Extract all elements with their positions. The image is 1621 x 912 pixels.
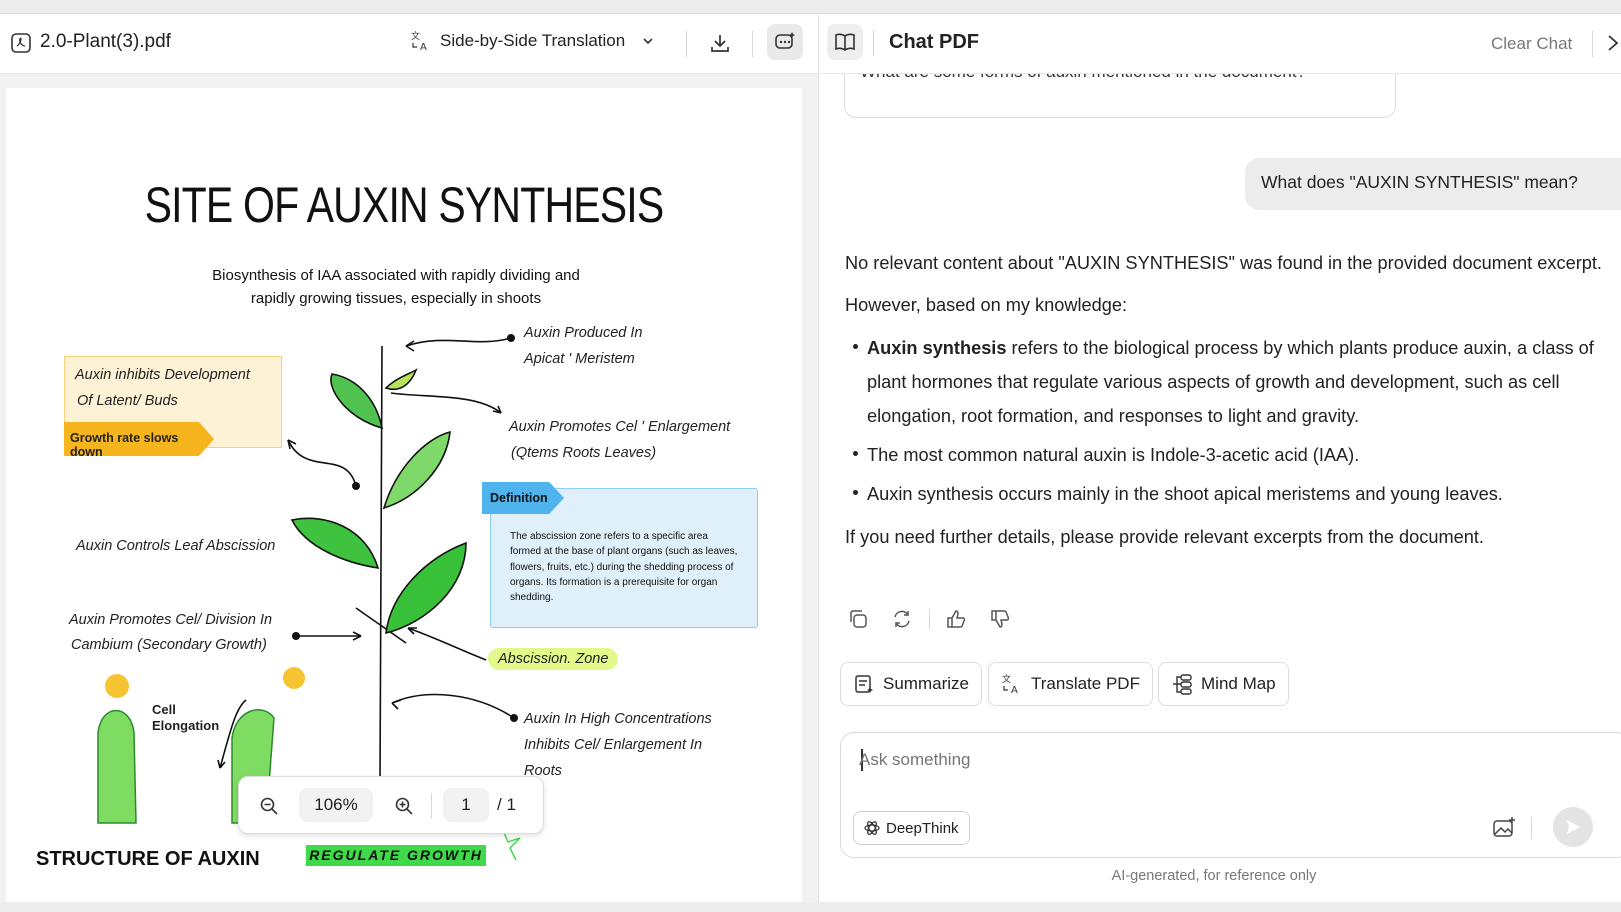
atom-icon [864, 820, 880, 836]
chevron-down-icon [641, 34, 655, 48]
window-top-strip [0, 0, 1621, 14]
pdf-viewer-panel: 2.0-Plant(3).pdf 文A Side-by-Side Transla… [0, 14, 818, 902]
user-message: What does "AUXIN SYNTHESIS" mean? [1245, 158, 1621, 210]
chat-panel: Chat PDF Clear Chat What are some forms … [818, 14, 1621, 902]
chat-title: Chat PDF [889, 31, 979, 53]
response-bullet: Auxin synthesis occurs mainly in the sho… [845, 477, 1610, 511]
label-cell-elongation: Cell Elongation [152, 702, 219, 734]
thumbs-down-icon[interactable] [989, 608, 1011, 630]
label-division: Auxin Promotes Cel/ Division In [69, 612, 273, 628]
definition-text: The abscission zone refers to a specific… [510, 531, 738, 604]
chat-input[interactable] [859, 745, 1419, 775]
translate-icon: 文A [410, 30, 432, 52]
header-divider [752, 31, 753, 57]
zoom-toolbar: 106% 1 / 1 [238, 776, 544, 834]
header-divider [1592, 31, 1593, 57]
translate-pdf-label: Translate PDF [1031, 674, 1140, 693]
page-total: / 1 [497, 795, 516, 814]
download-icon[interactable] [708, 31, 732, 55]
summarize-button[interactable]: Summarize [840, 662, 982, 706]
send-icon [1564, 818, 1582, 836]
cell-label: Cell [152, 702, 176, 717]
book-icon[interactable] [827, 24, 863, 60]
page-number-input[interactable]: 1 [443, 788, 489, 822]
mind-map-icon [1171, 673, 1193, 695]
close-icon[interactable] [1607, 34, 1621, 52]
mind-map-button[interactable]: Mind Map [1158, 662, 1289, 706]
zoom-in-icon[interactable] [394, 796, 414, 816]
translate-pdf-button[interactable]: 文A Translate PDF [988, 662, 1153, 706]
response-paragraph: If you need further details, please prov… [845, 527, 1484, 547]
header-divider [873, 30, 874, 56]
regulate-growth-banner: REGULATE GROWTH [306, 845, 486, 866]
suggested-question[interactable]: What are some forms of auxin mentioned i… [844, 74, 1396, 118]
translation-mode-label: Side-by-Side Translation [440, 31, 626, 50]
send-button[interactable] [1553, 807, 1593, 847]
response-paragraph: However, based on my knowledge: [845, 295, 1128, 315]
zoom-level[interactable]: 106% [299, 788, 373, 822]
header-divider [686, 31, 687, 57]
ai-disclaimer: AI-generated, for reference only [1111, 868, 1317, 884]
ai-chat-toggle-icon[interactable] [767, 24, 803, 60]
bullet-bold: Auxin synthesis [867, 338, 1007, 358]
svg-text:文: 文 [1002, 673, 1011, 685]
response-bullet: Auxin synthesis refers to the biological… [845, 331, 1610, 433]
svg-text:A: A [420, 42, 427, 52]
label-abscission: Auxin Controls Leaf Abscission [76, 538, 276, 554]
zoombar-divider [431, 793, 432, 819]
regenerate-icon[interactable] [891, 608, 913, 630]
response-paragraph: No relevant content about "AUXIN SYNTHES… [845, 253, 1602, 273]
suggested-question-text: What are some forms of auxin mentioned i… [860, 74, 1306, 82]
svg-text:文: 文 [411, 30, 420, 42]
label-apical: Auxin Produced In [524, 325, 643, 341]
assistant-message: No relevant content about "AUXIN SYNTHES… [845, 246, 1610, 554]
label-high-concentration: Inhibits Cel/ Enlargement In [524, 737, 703, 753]
translate-icon: 文A [1001, 673, 1023, 695]
label-enlargement: (Qtems Roots Leaves) [511, 445, 657, 461]
pdf-file-icon [10, 32, 32, 54]
chat-input-box: DeepThink [840, 732, 1621, 858]
structure-heading: STRUCTURE OF AUXIN [36, 848, 260, 870]
svg-text:A: A [1011, 685, 1018, 695]
copy-icon[interactable] [847, 608, 869, 630]
label-high-concentration: Auxin In High Concentrations [524, 711, 712, 727]
label-division: Cambium (Secondary Growth) [71, 637, 267, 653]
pdf-filename: 2.0-Plant(3).pdf [40, 31, 171, 52]
response-bullet: The most common natural auxin is Indole-… [845, 438, 1610, 472]
label-enlargement: Auxin Promotes Cel ' Enlargement [509, 419, 731, 435]
clear-chat-button[interactable]: Clear Chat [1491, 34, 1572, 54]
definition-tag: Definition [482, 482, 564, 514]
image-upload-icon[interactable] [1491, 815, 1517, 841]
translation-mode-dropdown[interactable]: 文A Side-by-Side Translation [410, 30, 655, 52]
chat-header: Chat PDF Clear Chat [819, 14, 1621, 74]
deepthink-label: DeepThink [886, 819, 959, 837]
input-divider [1531, 817, 1532, 839]
thumbs-up-icon[interactable] [945, 608, 967, 630]
deepthink-toggle[interactable]: DeepThink [853, 811, 970, 845]
abscission-zone-badge: Abscission. Zone [488, 648, 619, 670]
label-apical: Apicat ' Meristem [524, 351, 635, 367]
feedback-divider [929, 609, 930, 629]
mind-map-label: Mind Map [1201, 674, 1276, 693]
cell-label: Elongation [152, 718, 220, 733]
zoom-out-icon[interactable] [259, 796, 279, 816]
summarize-icon [853, 673, 875, 695]
summarize-label: Summarize [883, 674, 969, 693]
pdf-header: 2.0-Plant(3).pdf 文A Side-by-Side Transla… [0, 14, 818, 74]
